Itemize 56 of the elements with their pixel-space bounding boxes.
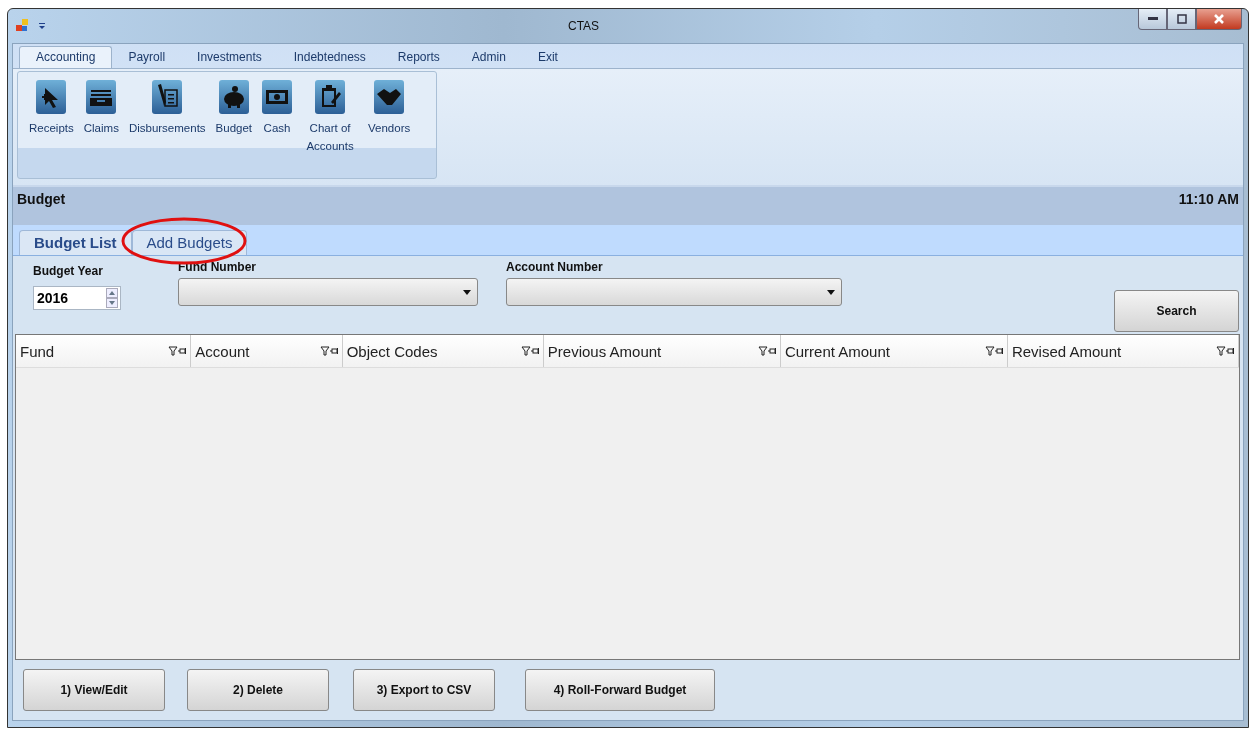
section-title: Budget	[17, 191, 66, 209]
ribbon-button-label[interactable]: Cash	[263, 119, 291, 137]
ribbon-tab[interactable]: Exit	[521, 47, 574, 68]
account-number-dropdown[interactable]	[506, 278, 842, 306]
action-button[interactable]: 4) Roll-Forward Budget	[525, 669, 715, 711]
caret-icon	[463, 289, 471, 295]
filter-pin-icon[interactable]	[984, 346, 1005, 356]
clipboard-pen-icon[interactable]	[315, 80, 346, 114]
pen-document-icon[interactable]	[152, 80, 183, 114]
column-header[interactable]: Revised Amount	[1007, 335, 1239, 367]
ribbon-tab[interactable]: Admin	[455, 47, 522, 68]
filter-pin-icon[interactable]	[168, 346, 189, 356]
maximize-icon	[1176, 14, 1187, 24]
dropdown-icon[interactable]	[38, 22, 46, 30]
ribbon-tab[interactable]: Indebtedness	[277, 47, 382, 68]
year-spinner[interactable]: 2016	[33, 286, 121, 310]
banknote-icon[interactable]	[262, 80, 293, 114]
action-button[interactable]: 3) Export to CSV	[353, 669, 495, 711]
ribbon-tab[interactable]: Reports	[381, 47, 456, 68]
maximize-button[interactable]	[1167, 9, 1196, 30]
field-label: Budget Year	[33, 264, 104, 280]
column-header[interactable]: Current Amount	[780, 335, 1008, 367]
column-header[interactable]: Account	[191, 335, 343, 367]
tray-icon[interactable]	[86, 80, 117, 114]
tab[interactable]: Budget List	[19, 230, 132, 255]
ribbon-button-label[interactable]: Receipts	[29, 119, 74, 137]
caret-icon	[827, 289, 835, 295]
close-icon	[1213, 13, 1225, 25]
action-button[interactable]: 2) Delete	[187, 669, 329, 711]
piggy-bank-icon[interactable]	[218, 80, 249, 114]
field-label: Account Number	[506, 260, 604, 276]
clock-time: 11:10 AM	[1178, 191, 1239, 209]
action-button[interactable]: 1) View/Edit	[23, 669, 165, 711]
column-header[interactable]: Fund	[16, 335, 192, 367]
search-button[interactable]: Search	[1114, 290, 1239, 332]
filter-pin-icon[interactable]	[520, 346, 541, 356]
spin-arrows-icon[interactable]	[106, 288, 118, 308]
ribbon-tab[interactable]: Investments	[181, 47, 278, 68]
filter-pin-icon[interactable]	[319, 346, 340, 356]
close-button[interactable]	[1196, 9, 1242, 30]
minimize-icon	[1147, 17, 1158, 21]
filter-pin-icon[interactable]	[757, 346, 778, 356]
ribbon-button-label[interactable]: Chart of Accounts	[302, 119, 359, 155]
ribbon-button-label[interactable]: Budget	[215, 119, 253, 137]
column-header[interactable]: Previous Amount	[543, 335, 781, 367]
filter-pin-icon[interactable]	[1216, 346, 1236, 356]
column-header[interactable]: Object Codes	[342, 335, 544, 367]
ribbon-button-label[interactable]: Disbursements	[128, 119, 206, 137]
ribbon-button-label[interactable]: Claims	[83, 119, 119, 137]
ribbon-tab[interactable]: Accounting	[19, 46, 113, 68]
minimize-button[interactable]	[1138, 9, 1167, 30]
fund-number-dropdown[interactable]	[178, 278, 478, 306]
ribbon-tab[interactable]: Payroll	[112, 47, 182, 68]
ribbon-button-label[interactable]: Vendors	[368, 119, 411, 137]
tab[interactable]: Add Budgets	[131, 230, 248, 255]
window-title: CTAS	[568, 19, 600, 33]
